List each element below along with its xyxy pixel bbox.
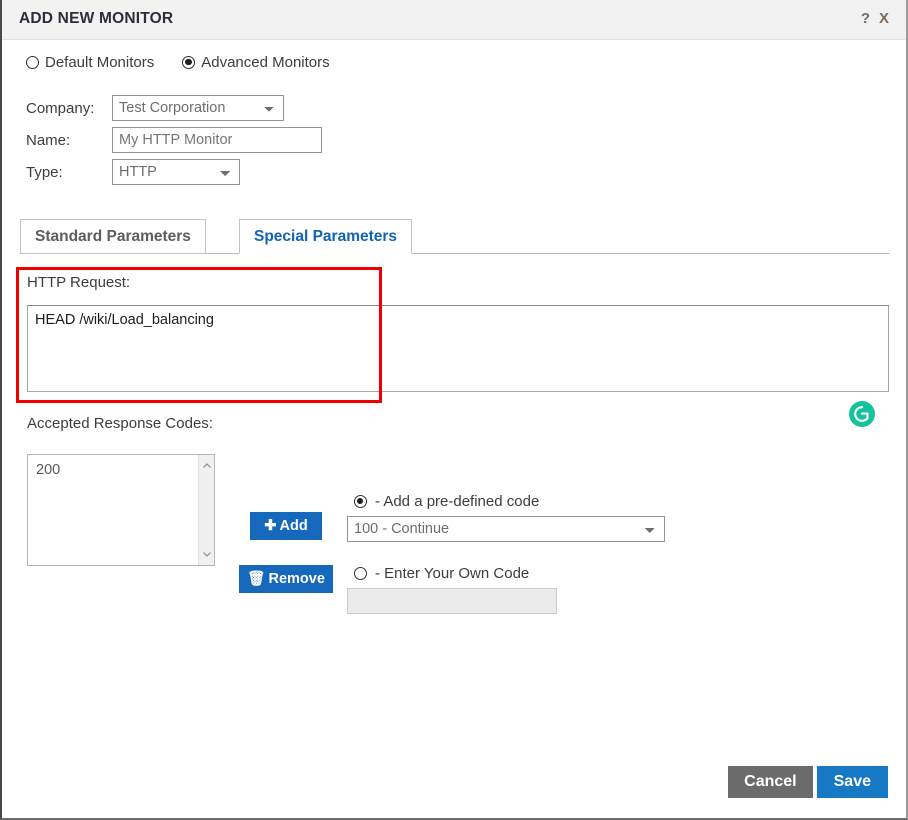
close-icon[interactable]: X — [879, 10, 889, 27]
dialog-title: ADD NEW MONITOR — [19, 10, 174, 27]
listbox-scrollbar[interactable] — [198, 455, 214, 565]
dialog-titlebar: ADD NEW MONITOR ? X — [2, 0, 906, 40]
add-button-label: Add — [279, 518, 308, 534]
http-request-textarea[interactable]: HEAD /wiki/Load_balancing — [27, 305, 889, 392]
own-code-input[interactable] — [347, 588, 557, 614]
monitor-form: Company: Test Corporation Name: Type: HT… — [26, 94, 322, 190]
http-request-label: HTTP Request: — [27, 274, 131, 291]
name-input[interactable] — [112, 127, 322, 153]
plus-icon: ✚ — [264, 518, 277, 534]
name-field-row: Name: — [26, 126, 322, 154]
monitor-mode-radio-group: Default Monitors Advanced Monitors — [26, 54, 330, 71]
tab-standard-parameters[interactable]: Standard Parameters — [20, 219, 206, 254]
radio-default-monitors-label: Default Monitors — [45, 54, 155, 71]
company-select[interactable]: Test Corporation — [112, 95, 284, 121]
accepted-codes-listbox[interactable]: 200 — [27, 454, 215, 566]
radio-default-monitors-circle[interactable] — [26, 56, 39, 69]
radio-advanced-monitors-circle[interactable] — [182, 56, 196, 69]
radio-own-code-label: - Enter Your Own Code — [375, 565, 530, 582]
radio-predefined-code-circle[interactable] — [354, 495, 367, 508]
trash-icon: 🗑 — [247, 571, 266, 587]
radio-own-code-circle[interactable] — [354, 567, 367, 580]
dialog-footer: Cancel Save — [728, 766, 888, 798]
radio-default-monitors[interactable]: Default Monitors — [26, 54, 154, 71]
help-icon[interactable]: ? — [861, 10, 870, 27]
parameters-tabbar: Standard Parameters Special Parameters — [20, 218, 890, 254]
radio-own-code[interactable]: - Enter Your Own Code — [354, 565, 529, 582]
add-new-monitor-dialog: ADD NEW MONITOR ? X Default Monitors Adv… — [0, 0, 908, 820]
chevron-down-icon[interactable] — [202, 549, 212, 559]
radio-predefined-code[interactable]: - Add a pre-defined code — [354, 493, 539, 510]
tab-special-parameters[interactable]: Special Parameters — [239, 219, 413, 254]
radio-predefined-code-label: - Add a pre-defined code — [375, 493, 540, 510]
radio-advanced-monitors-label: Advanced Monitors — [201, 54, 330, 71]
type-label: Type: — [26, 163, 63, 181]
name-label: Name: — [26, 131, 71, 149]
list-item[interactable]: 200 — [36, 462, 60, 478]
predefined-code-select[interactable]: 100 - Continue — [347, 516, 665, 542]
grammarly-icon[interactable] — [849, 401, 875, 427]
dialog-content: Default Monitors Advanced Monitors Compa… — [2, 41, 906, 818]
save-button[interactable]: Save — [816, 766, 888, 798]
type-field-row: Type: HTTP — [26, 158, 322, 186]
radio-advanced-monitors[interactable]: Advanced Monitors — [182, 54, 330, 71]
accepted-response-codes-label: Accepted Response Codes: — [27, 415, 213, 432]
remove-button-label: Remove — [268, 571, 325, 587]
remove-button[interactable]: 🗑 Remove — [239, 565, 333, 593]
chevron-up-icon[interactable] — [202, 461, 212, 471]
add-button[interactable]: ✚ Add — [250, 512, 322, 540]
type-select[interactable]: HTTP — [112, 159, 240, 185]
company-field-row: Company: Test Corporation — [26, 94, 322, 122]
company-label: Company: — [26, 99, 95, 117]
cancel-button[interactable]: Cancel — [728, 766, 813, 798]
